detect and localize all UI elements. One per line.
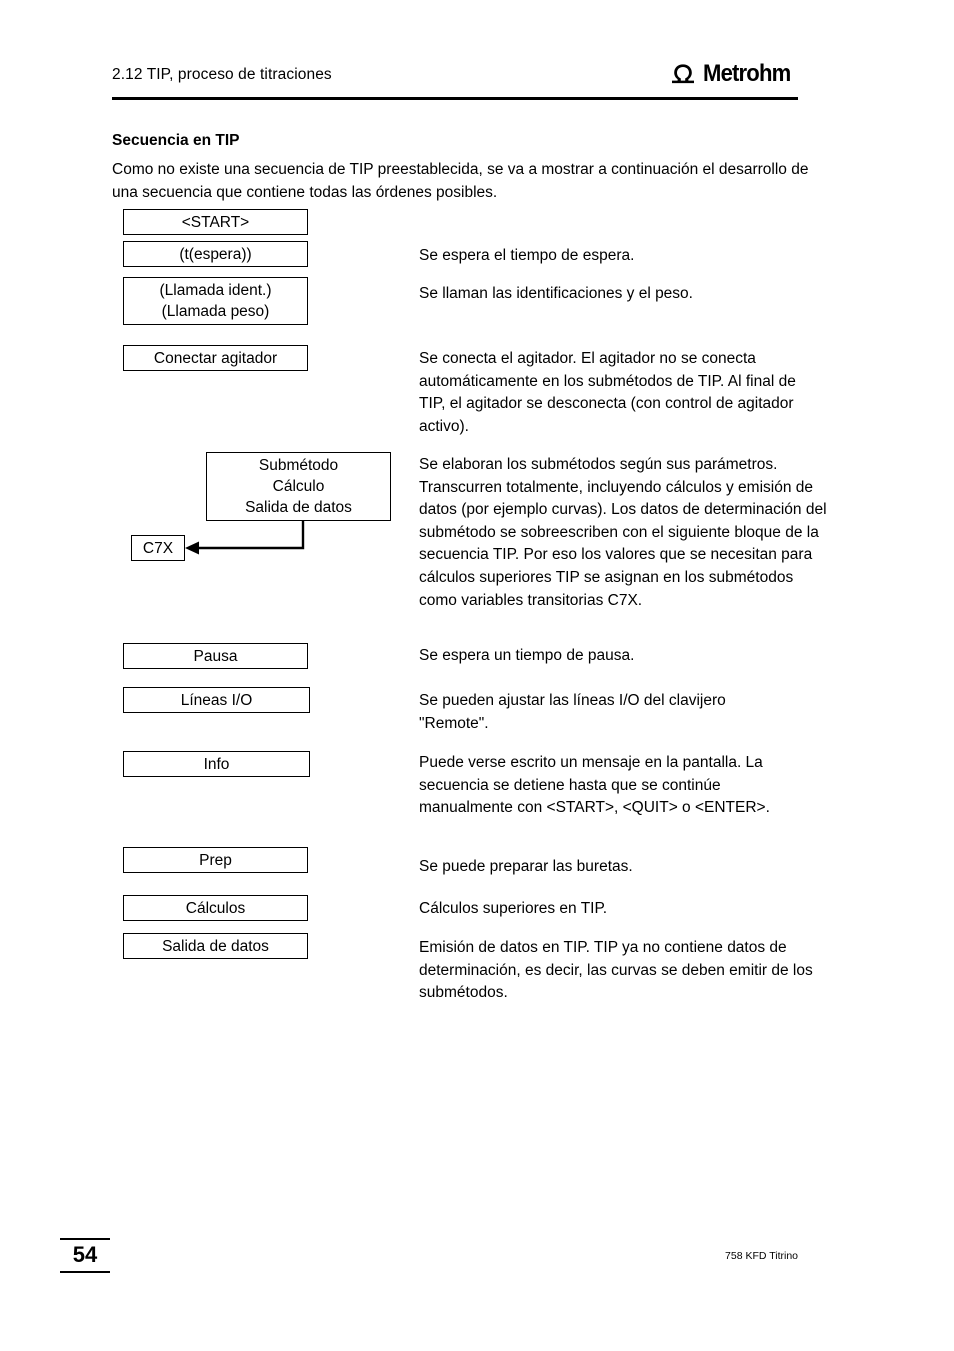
submetodo-to-c7x-arrow bbox=[185, 521, 305, 555]
description-salida-de-datos: Emisión de datos en TIP. TIP ya no conti… bbox=[419, 939, 813, 1002]
header-divider bbox=[112, 97, 798, 100]
description-lineas-io: Se pueden ajustar las líneas I/O del cla… bbox=[419, 692, 726, 732]
flow-box-lineas-io: Líneas I/O bbox=[123, 687, 310, 713]
footer-document-name: 758 KFD Titrino bbox=[725, 1250, 798, 1262]
description-submetodo: Se elaboran los submétodos según sus par… bbox=[419, 456, 827, 609]
flow-box-calculos: Cálculos bbox=[123, 895, 308, 921]
section-heading: Secuencia en TIP bbox=[112, 132, 240, 149]
page-number-block: 54 bbox=[60, 1238, 110, 1274]
description-pausa: Se espera un tiempo de pausa. bbox=[419, 647, 635, 664]
flow-box-prep: Prep bbox=[123, 847, 308, 873]
intro-paragraph: Como no existe una secuencia de TIP pree… bbox=[112, 161, 809, 201]
document-page: 2.12 TIP, proceso de titraciones Metrohm… bbox=[0, 0, 954, 1351]
flow-box-c7x: C7X bbox=[131, 535, 185, 561]
flow-box-llamada: (Llamada ident.) (Llamada peso) bbox=[123, 277, 308, 325]
running-head-title: 2.12 TIP, proceso de titraciones bbox=[112, 66, 332, 83]
description-calculos: Cálculos superiores en TIP. bbox=[419, 900, 608, 917]
metrohm-omega-icon bbox=[671, 64, 694, 84]
description-espera: Se espera el tiempo de espera. bbox=[419, 247, 635, 264]
metrohm-logo: Metrohm bbox=[668, 62, 798, 86]
brand-wordmark: Metrohm bbox=[702, 60, 791, 87]
flow-box-info: Info bbox=[123, 751, 310, 777]
page-number-rule-bottom bbox=[60, 1271, 110, 1274]
flow-box-salida-de-datos: Salida de datos bbox=[123, 933, 308, 959]
flow-box-espera: (t(espera)) bbox=[123, 241, 308, 267]
description-prep: Se puede preparar las buretas. bbox=[419, 858, 633, 875]
description-info: Puede verse escrito un mensaje en la pan… bbox=[419, 754, 770, 817]
description-conectar-agitador: Se conecta el agitador. El agitador no s… bbox=[419, 350, 796, 435]
description-llamada: Se llaman las identificaciones y el peso… bbox=[419, 285, 693, 302]
page-number: 54 bbox=[72, 1242, 98, 1268]
flow-box-conectar-agitador: Conectar agitador bbox=[123, 345, 308, 371]
flow-box-start: <START> bbox=[123, 209, 308, 235]
flow-box-submetodo: Submétodo Cálculo Salida de datos bbox=[206, 452, 391, 521]
flow-box-pausa: Pausa bbox=[123, 643, 308, 669]
